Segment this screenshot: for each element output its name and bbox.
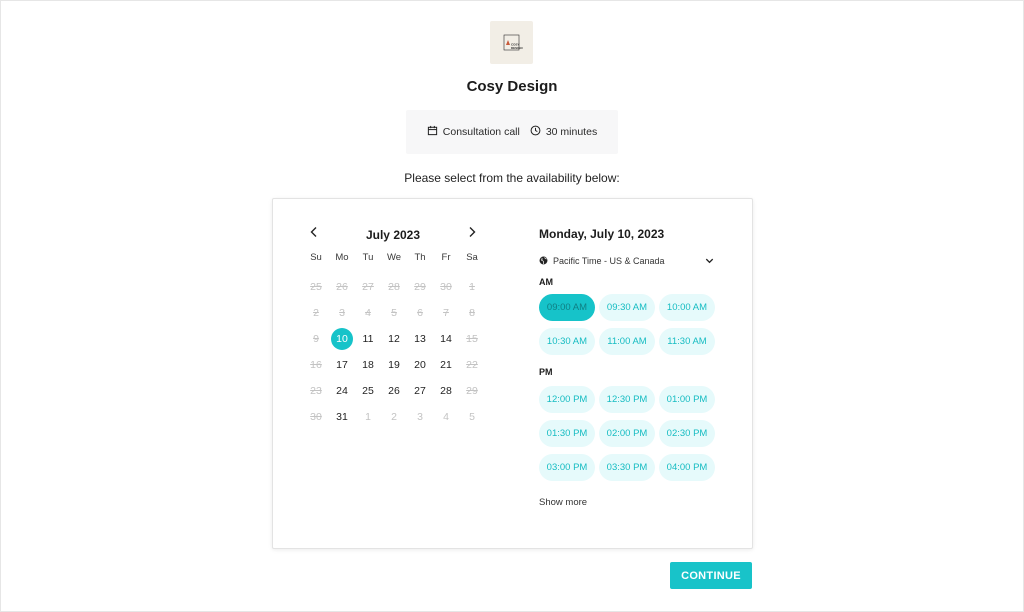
calendar-day: 8 — [469, 307, 475, 319]
calendar-day: 22 — [466, 359, 478, 371]
selected-date-title: Monday, July 10, 2023 — [539, 227, 665, 241]
calendar-day[interactable]: 20 — [409, 354, 431, 376]
calendar-day[interactable]: 12 — [383, 328, 405, 350]
weekday-label: Tu — [362, 252, 374, 263]
calendar-day[interactable]: 17 — [331, 354, 353, 376]
chevron-down-icon — [704, 255, 715, 268]
timezone-selector[interactable]: Pacific Time - US & Canada — [539, 253, 715, 269]
calendar-icon — [427, 125, 438, 139]
calendar-day: 29 — [414, 281, 426, 293]
next-month-button[interactable] — [465, 225, 479, 239]
time-slot[interactable]: 02:30 PM — [659, 420, 715, 447]
calendar-day: 16 — [310, 359, 322, 371]
calendar-day[interactable]: 19 — [383, 354, 405, 376]
time-slot[interactable]: 10:00 AM — [659, 294, 715, 321]
calendar-day: 5 — [469, 411, 475, 423]
meeting-type-label: Consultation call — [442, 126, 520, 138]
time-slot[interactable]: 03:30 PM — [599, 454, 655, 481]
meeting-duration: 30 minutes — [530, 125, 597, 139]
instruction-text: Please select from the availability belo… — [404, 171, 620, 185]
calendar-day[interactable]: 28 — [435, 380, 457, 402]
time-slot-selected[interactable]: 09:00 AM — [539, 294, 595, 321]
calendar-day: 29 — [466, 385, 478, 397]
weekday-label: We — [386, 252, 402, 263]
time-slot[interactable]: 10:30 AM — [539, 328, 595, 355]
continue-button[interactable]: CONTINUE — [670, 562, 752, 589]
calendar-day[interactable]: 31 — [331, 406, 353, 428]
calendar-month-label: July 2023 — [365, 228, 421, 242]
calendar-day[interactable]: 25 — [357, 380, 379, 402]
calendar-day: 28 — [388, 281, 400, 293]
pm-section-label: PM — [539, 367, 553, 377]
calendar-day: 5 — [391, 307, 397, 319]
meeting-type: Consultation call — [427, 125, 520, 139]
weekday-label: Fr — [441, 252, 451, 263]
calendar-day: 30 — [310, 411, 322, 423]
timezone-label: Pacific Time - US & Canada — [553, 256, 665, 266]
calendar-day: 9 — [313, 333, 319, 345]
time-slot[interactable]: 11:30 AM — [659, 328, 715, 355]
time-slot[interactable]: 01:30 PM — [539, 420, 595, 447]
calendar-day: 30 — [440, 281, 452, 293]
time-slot[interactable]: 02:00 PM — [599, 420, 655, 447]
calendar-day: 1 — [365, 411, 371, 423]
logo-text-line2: DESIGN — [511, 46, 523, 50]
company-name: Cosy Design — [466, 78, 558, 95]
calendar-day: 3 — [339, 307, 345, 319]
calendar-day[interactable]: 24 — [331, 380, 353, 402]
calendar-day: 1 — [469, 281, 475, 293]
calendar-day: 26 — [336, 281, 348, 293]
weekday-label: Su — [310, 252, 322, 263]
calendar-day: 2 — [391, 411, 397, 423]
clock-icon — [530, 125, 541, 139]
company-logo: COSY DESIGN — [490, 21, 533, 64]
calendar-day[interactable]: 21 — [435, 354, 457, 376]
calendar-day: 3 — [417, 411, 423, 423]
calendar-day[interactable]: 27 — [409, 380, 431, 402]
calendar-day[interactable]: 11 — [357, 328, 379, 350]
calendar-day: 2 — [313, 307, 319, 319]
calendar-day[interactable]: 26 — [383, 380, 405, 402]
meeting-duration-label: 30 minutes — [545, 126, 598, 138]
calendar-day: 23 — [310, 385, 322, 397]
show-more-link[interactable]: Show more — [539, 497, 587, 508]
time-slot[interactable]: 12:00 PM — [539, 386, 595, 413]
time-slot[interactable]: 01:00 PM — [659, 386, 715, 413]
calendar-day: 15 — [466, 333, 478, 345]
calendar-day: 25 — [310, 281, 322, 293]
time-slot[interactable]: 03:00 PM — [539, 454, 595, 481]
chevron-left-icon — [307, 226, 321, 243]
calendar-day: 7 — [443, 307, 449, 319]
time-slot[interactable]: 04:00 PM — [659, 454, 715, 481]
calendar-day[interactable]: 14 — [435, 328, 457, 350]
calendar-day: 4 — [365, 307, 371, 319]
calendar-day[interactable]: 13 — [409, 328, 431, 350]
meeting-info: Consultation call 30 minutes — [406, 110, 618, 154]
chevron-right-icon — [465, 226, 479, 243]
weekday-label: Mo — [335, 252, 349, 263]
booking-card: July 2023 Su Mo Tu We Th Fr Sa 25 26 27 28 29 30 1 2 3… — [272, 198, 753, 549]
am-section-label: AM — [539, 277, 553, 287]
calendar-day: 4 — [443, 411, 449, 423]
time-slot[interactable]: 11:00 AM — [599, 328, 655, 355]
weekday-label: Th — [414, 252, 426, 263]
globe-icon — [539, 256, 548, 267]
time-slot[interactable]: 12:30 PM — [599, 386, 655, 413]
calendar-day[interactable]: 18 — [357, 354, 379, 376]
calendar-day: 6 — [417, 307, 423, 319]
calendar-day-selected[interactable]: 10 — [331, 328, 353, 350]
time-slot[interactable]: 09:30 AM — [599, 294, 655, 321]
calendar-day: 27 — [362, 281, 374, 293]
prev-month-button[interactable] — [307, 225, 321, 239]
weekday-label: Sa — [466, 252, 478, 263]
